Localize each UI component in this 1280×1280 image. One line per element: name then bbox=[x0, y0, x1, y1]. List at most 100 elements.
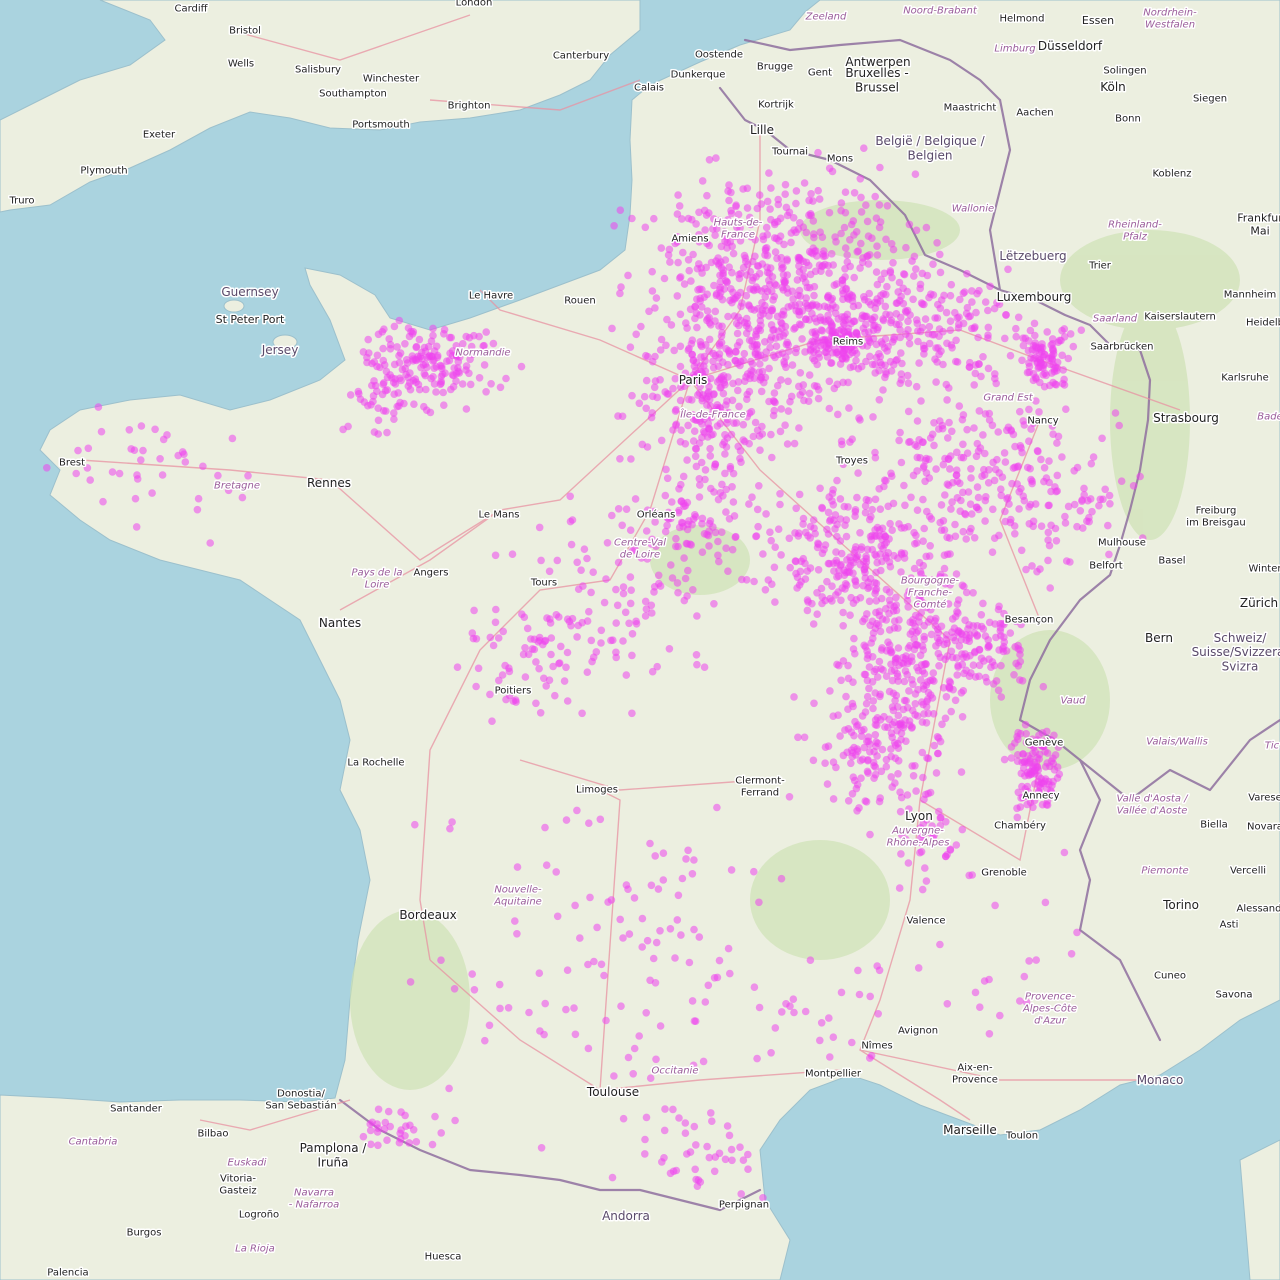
map-marker[interactable] bbox=[532, 699, 540, 708]
map-marker[interactable] bbox=[971, 988, 980, 997]
map-marker[interactable] bbox=[711, 231, 719, 239]
map-marker[interactable] bbox=[851, 512, 859, 520]
map-marker[interactable] bbox=[137, 456, 145, 464]
map-marker[interactable] bbox=[485, 1021, 494, 1030]
map-marker[interactable] bbox=[641, 612, 650, 620]
map-marker[interactable] bbox=[628, 214, 636, 223]
map-marker[interactable] bbox=[667, 321, 676, 329]
map-marker[interactable] bbox=[672, 405, 680, 414]
map-marker[interactable] bbox=[792, 187, 801, 195]
map-marker[interactable] bbox=[838, 355, 847, 363]
map-marker[interactable] bbox=[677, 518, 686, 527]
map-marker[interactable] bbox=[632, 330, 640, 339]
map-marker[interactable] bbox=[700, 530, 709, 538]
map-marker[interactable] bbox=[932, 769, 941, 777]
map-marker[interactable] bbox=[814, 338, 822, 347]
map-marker[interactable] bbox=[881, 723, 889, 731]
map-marker[interactable] bbox=[915, 558, 924, 567]
map-marker[interactable] bbox=[852, 228, 861, 236]
map-marker[interactable] bbox=[688, 350, 696, 359]
map-marker[interactable] bbox=[1011, 463, 1019, 472]
map-marker[interactable] bbox=[824, 291, 833, 300]
map-marker[interactable] bbox=[766, 205, 774, 213]
map-marker[interactable] bbox=[702, 341, 710, 349]
map-marker[interactable] bbox=[1011, 530, 1019, 538]
map-marker[interactable] bbox=[405, 1139, 414, 1147]
map-marker[interactable] bbox=[1069, 342, 1078, 351]
map-marker[interactable] bbox=[752, 532, 761, 540]
map-marker[interactable] bbox=[1117, 477, 1126, 486]
map-marker[interactable] bbox=[1073, 928, 1081, 937]
map-marker[interactable] bbox=[1035, 755, 1043, 763]
map-marker[interactable] bbox=[480, 361, 489, 369]
map-marker[interactable] bbox=[979, 353, 987, 361]
map-marker[interactable] bbox=[947, 707, 955, 716]
map-marker[interactable] bbox=[689, 586, 697, 594]
map-marker[interactable] bbox=[852, 596, 861, 604]
map-marker[interactable] bbox=[1010, 671, 1018, 679]
map-marker[interactable] bbox=[628, 391, 636, 400]
map-marker[interactable] bbox=[980, 465, 988, 474]
map-marker[interactable] bbox=[751, 348, 760, 357]
map-marker[interactable] bbox=[959, 488, 967, 497]
map-marker[interactable] bbox=[900, 524, 909, 532]
map-marker[interactable] bbox=[1077, 326, 1086, 335]
map-marker[interactable] bbox=[99, 497, 107, 506]
map-marker[interactable] bbox=[750, 867, 758, 876]
map-marker[interactable] bbox=[905, 687, 913, 695]
map-marker[interactable] bbox=[719, 440, 727, 449]
map-marker[interactable] bbox=[866, 352, 874, 361]
map-marker[interactable] bbox=[776, 214, 785, 223]
map-marker[interactable] bbox=[729, 498, 738, 506]
map-marker[interactable] bbox=[1006, 518, 1015, 527]
map-marker[interactable] bbox=[945, 418, 953, 427]
map-marker[interactable] bbox=[638, 943, 646, 951]
map-marker[interactable] bbox=[621, 608, 630, 617]
map-marker[interactable] bbox=[862, 320, 870, 329]
map-marker[interactable] bbox=[968, 287, 976, 295]
map-marker[interactable] bbox=[905, 333, 914, 341]
map-marker[interactable] bbox=[920, 795, 928, 804]
map-marker[interactable] bbox=[946, 291, 955, 300]
map-marker[interactable] bbox=[810, 314, 819, 323]
map-marker[interactable] bbox=[440, 401, 448, 410]
map-marker[interactable] bbox=[938, 421, 947, 430]
map-marker[interactable] bbox=[951, 520, 959, 529]
map-marker[interactable] bbox=[866, 992, 874, 1001]
map-marker[interactable] bbox=[738, 299, 746, 307]
map-marker[interactable] bbox=[774, 525, 783, 533]
map-marker[interactable] bbox=[895, 720, 903, 728]
map-marker[interactable] bbox=[1058, 326, 1066, 335]
map-marker[interactable] bbox=[974, 493, 983, 502]
map-marker[interactable] bbox=[513, 863, 522, 871]
map-marker[interactable] bbox=[696, 311, 704, 319]
map-marker[interactable] bbox=[511, 917, 519, 925]
map-marker[interactable] bbox=[832, 280, 841, 288]
map-marker[interactable] bbox=[872, 597, 881, 605]
map-marker[interactable] bbox=[753, 204, 762, 213]
map-marker[interactable] bbox=[781, 322, 790, 331]
map-marker[interactable] bbox=[979, 599, 987, 608]
map-marker[interactable] bbox=[682, 855, 690, 863]
map-marker[interactable] bbox=[415, 355, 423, 363]
map-marker[interactable] bbox=[967, 465, 975, 473]
map-marker[interactable] bbox=[616, 455, 624, 463]
map-marker[interactable] bbox=[990, 476, 999, 485]
map-marker[interactable] bbox=[925, 322, 934, 331]
map-marker[interactable] bbox=[486, 690, 494, 699]
map-marker[interactable] bbox=[669, 384, 677, 393]
map-marker[interactable] bbox=[537, 556, 545, 565]
map-marker[interactable] bbox=[801, 1007, 810, 1016]
map-marker[interactable] bbox=[864, 769, 872, 777]
map-marker[interactable] bbox=[887, 469, 895, 478]
map-marker[interactable] bbox=[812, 345, 821, 354]
map-marker[interactable] bbox=[1014, 313, 1023, 322]
map-marker[interactable] bbox=[919, 537, 927, 545]
map-marker[interactable] bbox=[700, 293, 708, 302]
map-marker[interactable] bbox=[1080, 484, 1088, 493]
map-marker[interactable] bbox=[1078, 497, 1086, 506]
map-marker[interactable] bbox=[690, 427, 699, 436]
map-marker[interactable] bbox=[491, 618, 500, 627]
map-marker[interactable] bbox=[657, 244, 666, 252]
map-marker[interactable] bbox=[427, 374, 435, 383]
